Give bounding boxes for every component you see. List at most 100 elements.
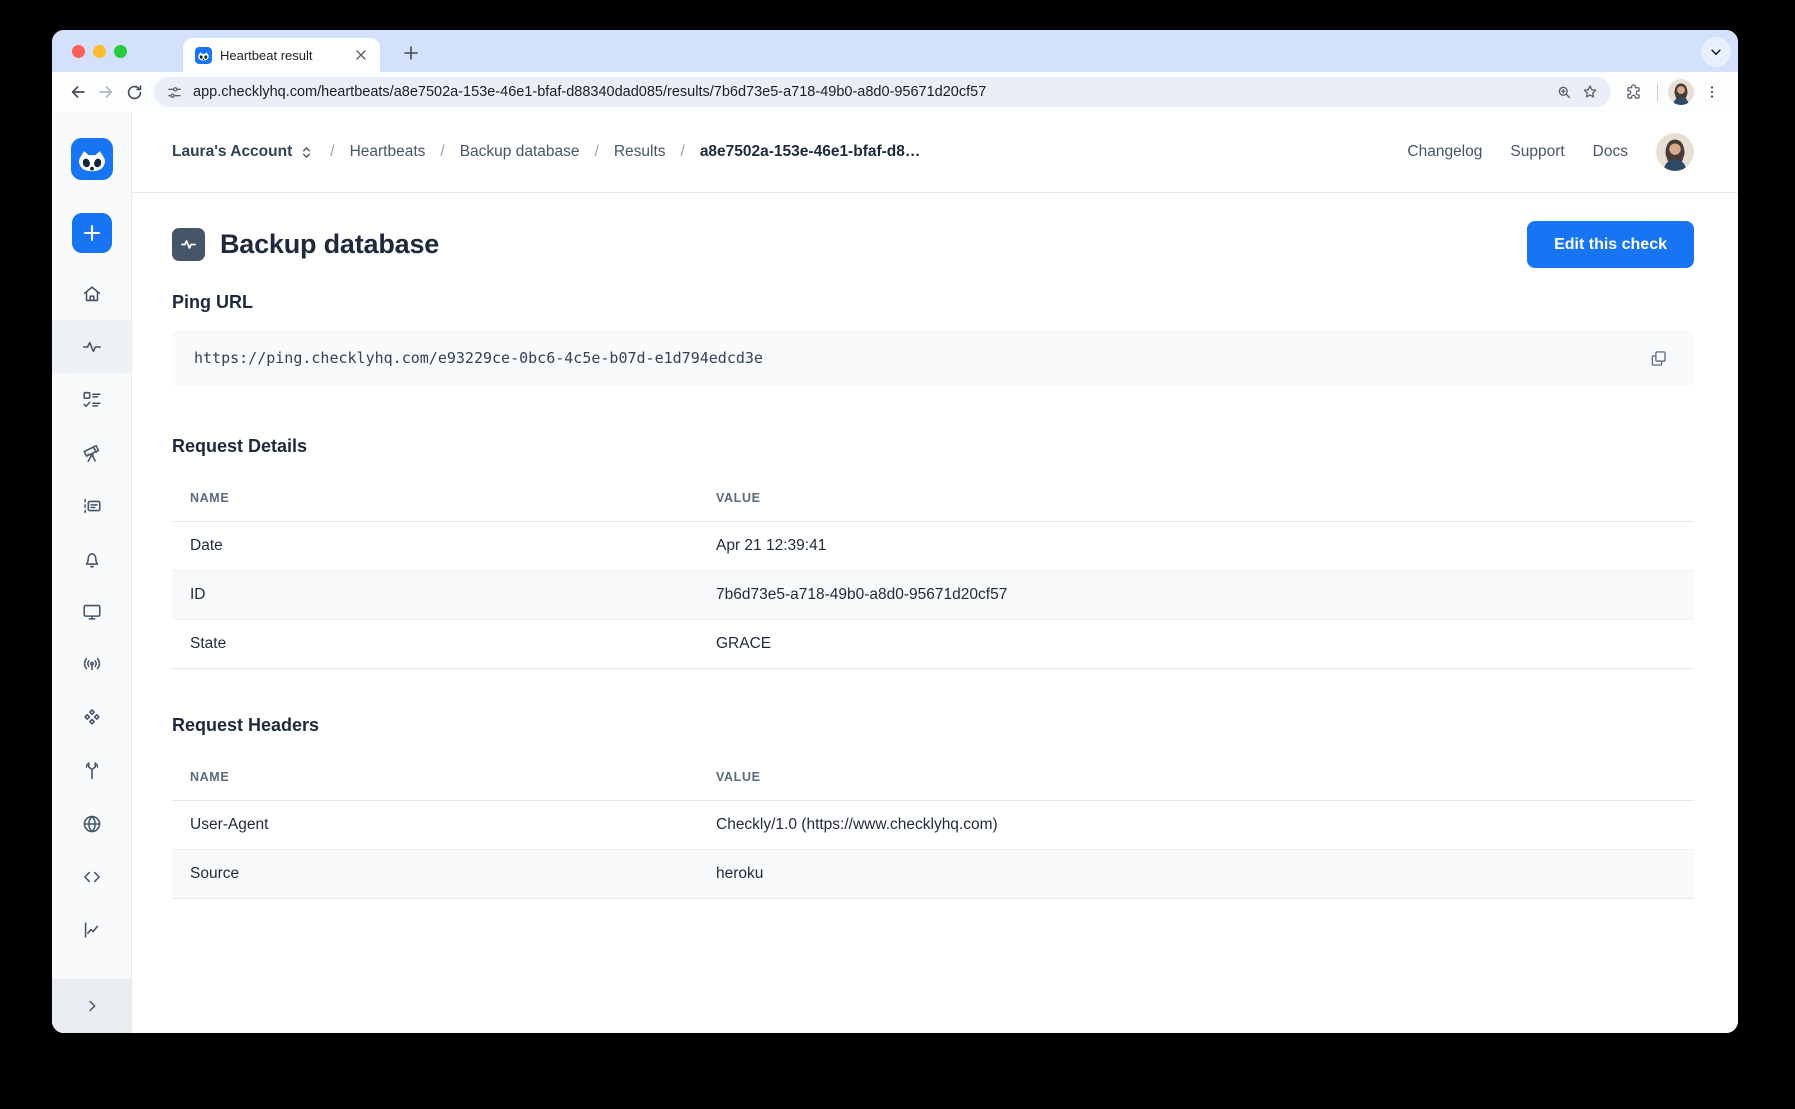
table-row: Source heroku (172, 850, 1694, 899)
column-header-value: VALUE (698, 754, 1694, 801)
diamonds-icon (81, 707, 103, 729)
chart-line-icon (81, 919, 103, 941)
header-value: heroku (698, 850, 1694, 899)
sidebar-item-private-locations[interactable] (52, 797, 131, 850)
tab-search-button[interactable] (1701, 37, 1731, 67)
docs-link[interactable]: Docs (1593, 143, 1628, 161)
extensions-icon[interactable] (1619, 78, 1647, 106)
sidebar-item-integrations[interactable] (52, 691, 131, 744)
sidebar-item-maintenance[interactable] (52, 744, 131, 797)
edit-check-button[interactable]: Edit this check (1527, 221, 1694, 268)
sidebar-item-analytics[interactable] (52, 903, 131, 956)
plus-icon (83, 224, 101, 242)
home-icon (81, 283, 103, 305)
account-name: Laura's Account (172, 143, 292, 161)
chevron-right-icon (83, 997, 101, 1015)
toolbar-divider (1657, 84, 1658, 101)
minimize-window-button[interactable] (93, 45, 106, 58)
table-row: Date Apr 21 12:39:41 (172, 522, 1694, 571)
breadcrumb-backup-database[interactable]: Backup database (460, 143, 580, 161)
sidebar-item-heartbeats[interactable] (52, 320, 131, 373)
url-text[interactable]: app.checklyhq.com/heartbeats/a8e7502a-15… (193, 84, 1551, 100)
forward-button[interactable] (92, 78, 120, 106)
request-headers-table: NAME VALUE User-Agent Checkly/1.0 (https… (172, 754, 1694, 899)
breadcrumb-heartbeats[interactable]: Heartbeats (350, 143, 426, 161)
bookmark-star-icon[interactable] (1577, 79, 1603, 105)
header-value: Checkly/1.0 (https://www.checklyhq.com) (698, 801, 1694, 850)
zoom-page-icon[interactable] (1551, 79, 1577, 105)
detail-name: ID (172, 571, 698, 620)
sidebar-item-alerts[interactable] (52, 532, 131, 585)
browser-profile-avatar[interactable] (1668, 79, 1694, 105)
checklist-icon (81, 389, 103, 411)
sidebar-item-broadcasts[interactable] (52, 638, 131, 691)
back-button[interactable] (64, 78, 92, 106)
detail-name: Date (172, 522, 698, 571)
site-settings-icon (166, 84, 183, 101)
create-new-button[interactable] (72, 213, 112, 253)
support-link[interactable]: Support (1510, 143, 1564, 161)
copy-ping-url-button[interactable] (1644, 344, 1672, 372)
telescope-icon (81, 442, 103, 464)
sidebar-item-dashboards[interactable] (52, 585, 131, 638)
sidebar-item-explore[interactable] (52, 426, 131, 479)
new-tab-button[interactable] (396, 38, 426, 68)
sidebar-item-checks[interactable] (52, 373, 131, 426)
tab-strip: Heartbeat result (52, 30, 1738, 72)
ping-url-heading: Ping URL (172, 292, 1694, 313)
breadcrumb: Laura's Account / Heartbeats / Backup da… (172, 143, 920, 161)
checkly-logo[interactable] (71, 138, 113, 180)
user-avatar[interactable] (1656, 133, 1694, 171)
bell-icon (81, 548, 103, 570)
request-headers-heading: Request Headers (172, 715, 1694, 736)
detail-value: Apr 21 12:39:41 (698, 522, 1694, 571)
detail-name: State (172, 620, 698, 669)
reload-button[interactable] (120, 78, 148, 106)
sidebar-item-home[interactable] (52, 267, 131, 320)
request-details-table: NAME VALUE Date Apr 21 12:39:41 ID 7b6d7… (172, 475, 1694, 669)
request-details-heading: Request Details (172, 436, 1694, 457)
header-name: Source (172, 850, 698, 899)
page-title: Backup database (220, 229, 439, 260)
app-header: Laura's Account / Heartbeats / Backup da… (132, 112, 1738, 193)
main-content: Backup database Edit this check Ping URL… (132, 193, 1738, 1033)
breadcrumb-separator: / (681, 143, 685, 161)
tab-close-icon[interactable] (352, 46, 370, 64)
detail-value: 7b6d73e5-a718-49b0-a8d0-95671d20cf57 (698, 571, 1694, 620)
sidebar (52, 112, 132, 1033)
column-header-name: NAME (172, 754, 698, 801)
sidebar-item-check-groups[interactable] (52, 479, 131, 532)
ping-url-box: https://ping.checklyhq.com/e93229ce-0bc6… (172, 330, 1694, 386)
breadcrumb-current-result-id: a8e7502a-153e-46e1-bfaf-d8… (700, 143, 921, 161)
breadcrumb-separator: / (330, 143, 334, 161)
browser-menu-icon[interactable] (1698, 78, 1726, 106)
ping-url-value: https://ping.checklyhq.com/e93229ce-0bc6… (194, 349, 763, 367)
tab-title: Heartbeat result (220, 48, 352, 63)
wrench-icon (81, 760, 103, 782)
account-switcher[interactable]: Laura's Account (172, 143, 315, 161)
selector-chevrons-icon (298, 144, 315, 161)
collapse-sidebar-button[interactable] (52, 979, 131, 1033)
browser-window: Heartbeat result app.checklyhq.com (52, 30, 1738, 1033)
column-header-value: VALUE (698, 475, 1694, 522)
header-name: User-Agent (172, 801, 698, 850)
url-bar[interactable]: app.checklyhq.com/heartbeats/a8e7502a-15… (154, 77, 1611, 107)
chevron-down-icon (1709, 45, 1723, 59)
breadcrumb-results[interactable]: Results (614, 143, 666, 161)
heartbeat-check-icon (172, 228, 205, 261)
globe-icon (81, 813, 103, 835)
heartbeat-pulse-icon (81, 336, 103, 358)
breadcrumb-separator: / (440, 143, 444, 161)
close-window-button[interactable] (72, 45, 85, 58)
changelog-link[interactable]: Changelog (1407, 143, 1482, 161)
table-row: State GRACE (172, 620, 1694, 669)
browser-toolbar: app.checklyhq.com/heartbeats/a8e7502a-15… (52, 72, 1738, 112)
sidebar-item-snippets[interactable] (52, 850, 131, 903)
code-icon (81, 866, 103, 888)
checkly-favicon (195, 47, 212, 64)
zoom-window-button[interactable] (114, 45, 127, 58)
table-row: ID 7b6d73e5-a718-49b0-a8d0-95671d20cf57 (172, 571, 1694, 620)
detail-value: GRACE (698, 620, 1694, 669)
table-row: User-Agent Checkly/1.0 (https://www.chec… (172, 801, 1694, 850)
browser-tab[interactable]: Heartbeat result (183, 38, 380, 72)
